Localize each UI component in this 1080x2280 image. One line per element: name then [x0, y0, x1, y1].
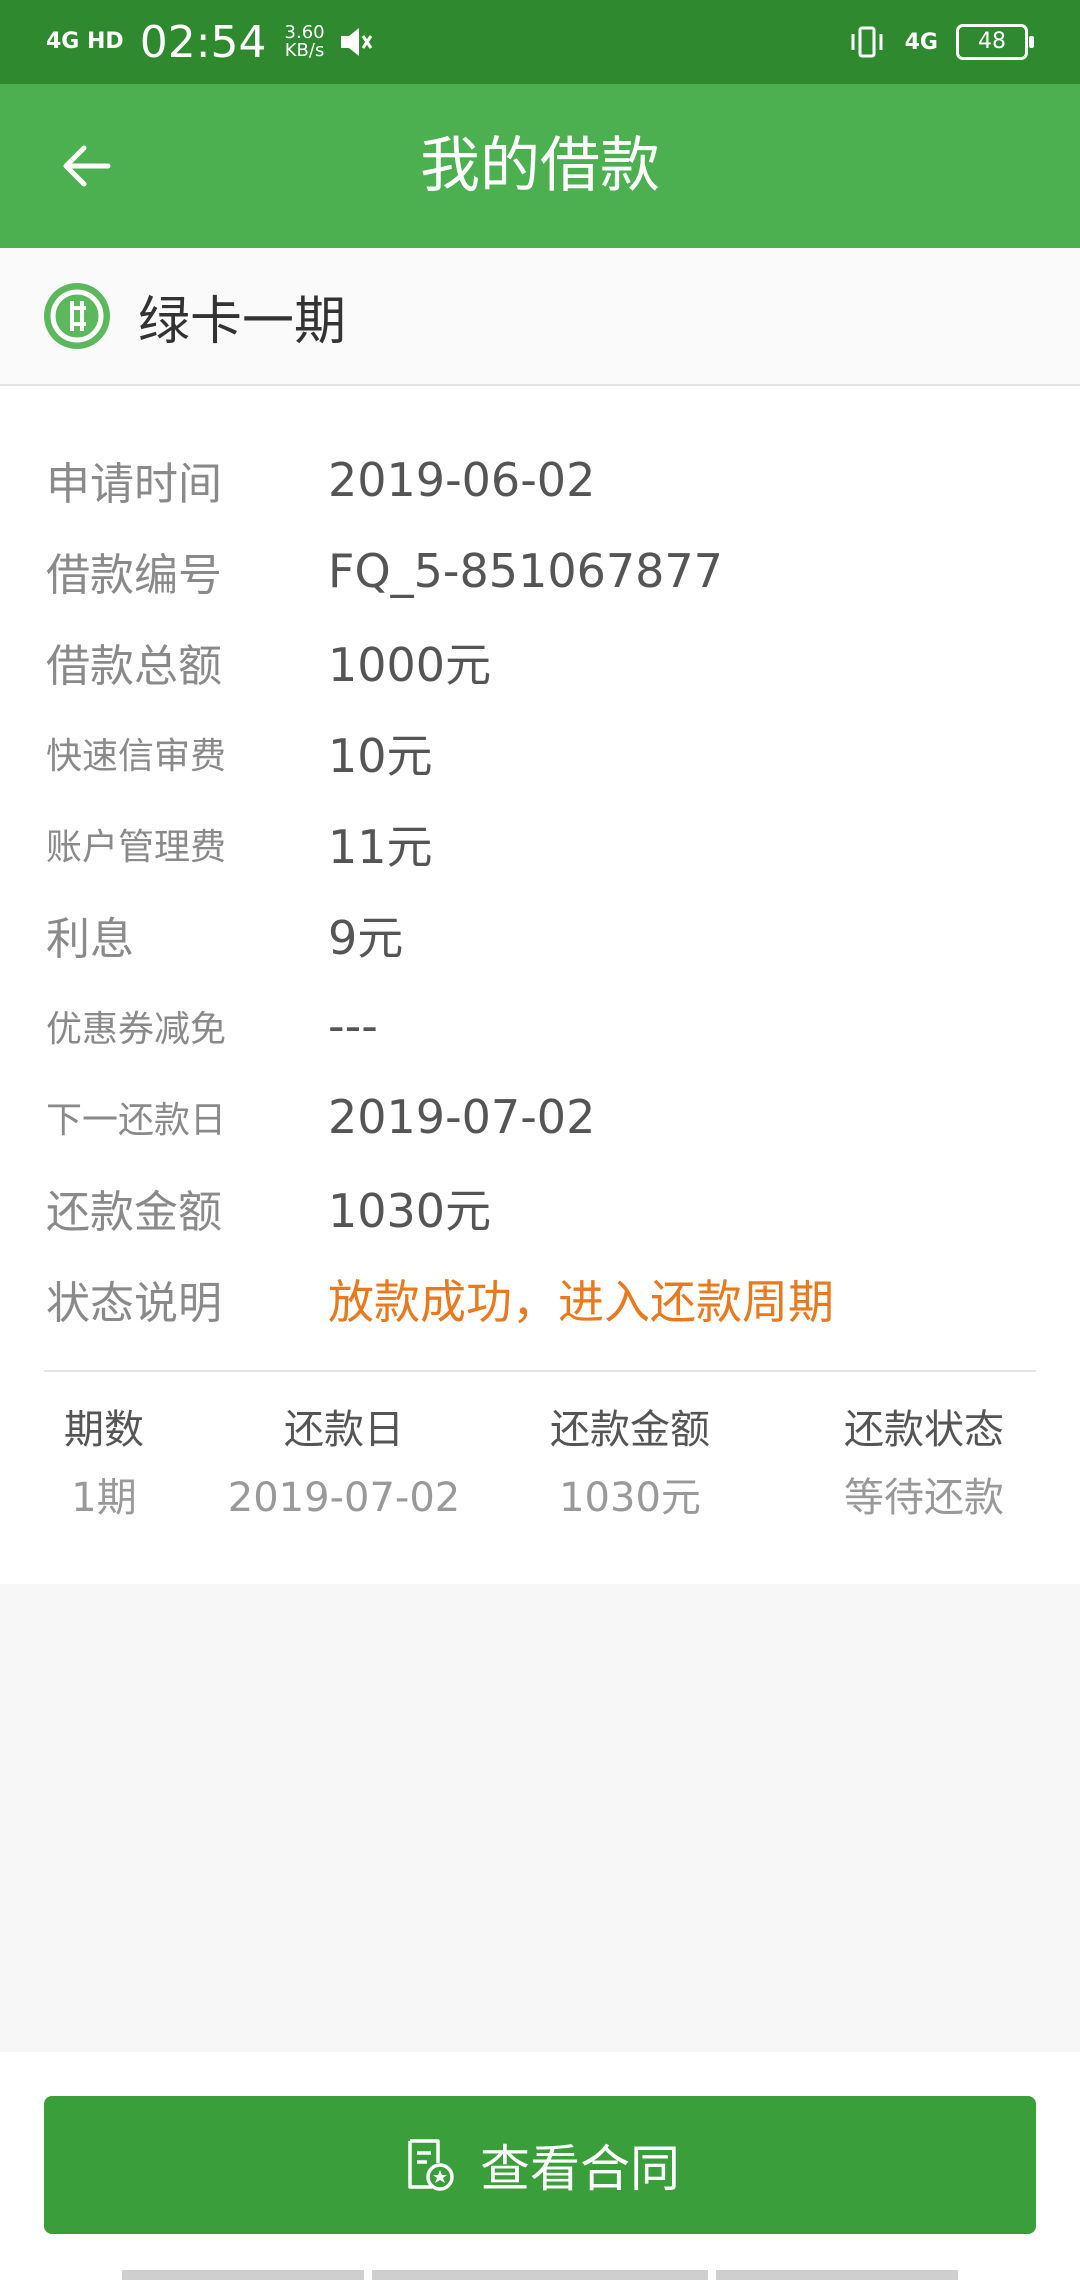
detail-row-repay-amount: 还款金额 1030元	[0, 1163, 1080, 1253]
detail-value: 10元	[328, 729, 433, 783]
schedule-cell: 2019-07-02	[227, 1475, 461, 1521]
detail-label: 状态说明	[46, 1278, 222, 1329]
nav-indicator-right	[716, 2270, 958, 2280]
empty-area	[0, 1584, 1080, 2052]
schedule-header: 还款日	[284, 1407, 404, 1453]
schedule-cell: 等待还款	[844, 1475, 1004, 1521]
product-header: 绿卡一期	[0, 248, 1080, 387]
bottom-bar: 查看合同	[0, 2052, 1080, 2280]
detail-value: 2019-06-02	[328, 453, 596, 507]
status-bar: 4G HD 02:54 3.60 KB/s 4G 48	[0, 0, 1080, 84]
detail-label: 账户管理费	[46, 827, 227, 868]
detail-row-status: 状态说明 放款成功，进入还款周期	[0, 1254, 1080, 1344]
schedule-header: 还款状态	[844, 1407, 1004, 1453]
detail-label: 申请时间	[46, 459, 222, 510]
detail-row-coupon: 优惠券减免 ---	[0, 981, 1080, 1071]
schedule-header: 还款金额	[550, 1407, 710, 1453]
detail-value: FQ_5-851067877	[328, 544, 723, 598]
detail-value: ---	[328, 999, 378, 1053]
detail-row-loan-total: 借款总额 1000元	[0, 617, 1080, 707]
detail-label: 优惠券减免	[46, 1009, 227, 1050]
nav-indicator-left	[122, 2270, 364, 2280]
product-name: 绿卡一期	[138, 291, 347, 352]
schedule-header: 期数	[64, 1407, 144, 1453]
schedule-cell: 1030元	[559, 1475, 701, 1521]
status-time: 02:54	[139, 16, 267, 68]
app-bar: 我的借款	[0, 84, 1080, 248]
schedule-col-due-date: 还款日 2019-07-02	[214, 1402, 474, 1526]
signal-icon: 4G HD	[46, 29, 124, 54]
detail-row-interest: 利息 9元	[0, 890, 1080, 980]
detail-label: 借款编号	[46, 550, 222, 601]
network-speed: 3.60 KB/s	[285, 24, 325, 60]
detail-label: 借款总额	[46, 641, 222, 692]
view-contract-label: 查看合同	[480, 2140, 680, 2198]
detail-label: 快速信审费	[46, 736, 227, 777]
detail-row-apply-time: 申请时间 2019-06-02	[0, 435, 1080, 525]
schedule-cell: 1期	[71, 1475, 137, 1521]
network-speed-unit: KB/s	[284, 40, 325, 61]
detail-value: 9元	[328, 911, 404, 965]
detail-label: 还款金额	[46, 1187, 222, 1238]
repayment-schedule: 期数 1期 还款日 2019-07-02 还款金额 1030元 还款状态 等待还…	[0, 1372, 1080, 1584]
nav-indicator-center	[372, 2270, 708, 2280]
detail-row-account-fee: 账户管理费 11元	[0, 799, 1080, 889]
detail-label: 利息	[46, 914, 134, 965]
detail-row-next-due-date: 下一还款日 2019-07-02	[0, 1072, 1080, 1162]
product-logo-icon	[44, 283, 110, 349]
contract-icon	[408, 2139, 454, 2191]
detail-value: 1030元	[328, 1184, 492, 1238]
vibrate-icon	[851, 26, 883, 58]
detail-row-review-fee: 快速信审费 10元	[0, 708, 1080, 798]
detail-value: 2019-07-02	[328, 1090, 596, 1144]
detail-row-loan-number: 借款编号 FQ_5-851067877	[0, 526, 1080, 616]
schedule-col-amount: 还款金额 1030元	[520, 1402, 740, 1526]
schedule-col-status: 还款状态 等待还款	[814, 1402, 1034, 1526]
schedule-col-period: 期数 1期	[34, 1402, 174, 1526]
detail-label: 下一还款日	[46, 1100, 227, 1141]
view-contract-button[interactable]: 查看合同	[44, 2096, 1036, 2234]
status-text: 放款成功，进入还款周期	[328, 1275, 834, 1329]
battery-icon: 48	[956, 24, 1034, 60]
loan-details: 申请时间 2019-06-02 借款编号 FQ_5-851067877 借款总额…	[0, 386, 1080, 1373]
detail-value: 11元	[328, 820, 433, 874]
page-title: 我的借款	[420, 131, 660, 201]
detail-value: 1000元	[328, 638, 492, 692]
mute-icon	[340, 28, 372, 56]
network-4g-icon: 4G	[904, 29, 938, 55]
